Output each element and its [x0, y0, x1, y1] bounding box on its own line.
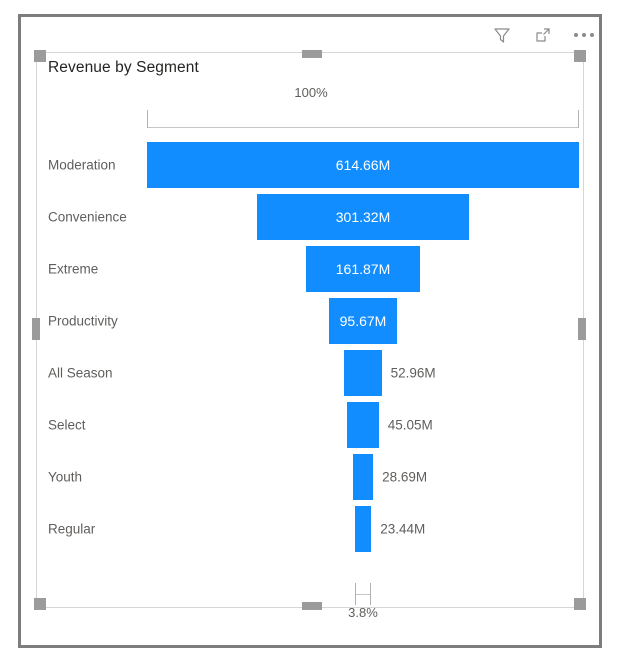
- category-label: Convenience: [48, 209, 127, 225]
- funnel-row[interactable]: Extreme 161.87M: [37, 243, 585, 295]
- category-label: Youth: [48, 469, 83, 485]
- funnel-plot-area: 100% Moderation 614.66M Convenience 301.32M…: [37, 85, 585, 620]
- resize-handle-left-middle[interactable]: [32, 318, 40, 340]
- category-label: Regular: [48, 521, 96, 537]
- top-percentage-bracket: [147, 110, 579, 128]
- funnel-rows: Moderation 614.66M Convenience 301.32M Extre…: [37, 139, 585, 555]
- bar-value-label: 301.32M: [335, 209, 391, 225]
- resize-handle-right-middle[interactable]: [578, 318, 586, 340]
- bar-value-label: 95.67M: [339, 313, 387, 329]
- bottom-percentage-group: 3.8%: [147, 583, 579, 620]
- bracket-cap-left: [354, 583, 356, 605]
- bracket-cap-right: [370, 583, 372, 605]
- filter-funnel-icon[interactable]: [490, 23, 514, 47]
- funnel-row[interactable]: Regular 23.44M: [37, 503, 585, 555]
- bar-track: 161.87M: [147, 246, 579, 292]
- resize-handle-top-left[interactable]: [34, 50, 46, 62]
- bar-value-label: 52.96M: [390, 365, 436, 381]
- focus-mode-icon[interactable]: [531, 23, 555, 47]
- funnel-bar[interactable]: 161.87M: [306, 246, 420, 292]
- category-label: Moderation: [48, 157, 116, 173]
- bar-track: 301.32M: [147, 194, 579, 240]
- bar-value-label: 161.87M: [335, 261, 391, 277]
- bar-track: 45.05M: [147, 402, 579, 448]
- funnel-row[interactable]: Productivity 95.67M: [37, 295, 585, 347]
- category-label: Select: [48, 417, 86, 433]
- bracket-line: [354, 594, 372, 595]
- bar-track: 28.69M: [147, 454, 579, 500]
- bar-track: 95.67M: [147, 298, 579, 344]
- category-label: Extreme: [48, 261, 99, 277]
- funnel-row[interactable]: Youth 28.69M: [37, 451, 585, 503]
- funnel-row[interactable]: All Season 52.96M: [37, 347, 585, 399]
- funnel-row[interactable]: Moderation 614.66M: [37, 139, 585, 191]
- bar-value-label: 28.69M: [382, 469, 428, 485]
- bar-value-label: 614.66M: [335, 157, 391, 173]
- funnel-bar[interactable]: 301.32M: [257, 194, 469, 240]
- bracket-cap-left: [147, 110, 148, 128]
- visual-header-toolbar: [490, 22, 596, 48]
- funnel-chart-visual[interactable]: Revenue by Segment 100% Moderation 614.66…: [36, 52, 585, 620]
- funnel-bar[interactable]: [354, 506, 372, 552]
- resize-handle-top-right[interactable]: [574, 50, 586, 62]
- funnel-row[interactable]: Select 45.05M: [37, 399, 585, 451]
- resize-handle-top-center[interactable]: [302, 50, 322, 58]
- bar-track: 614.66M: [147, 142, 579, 188]
- bar-track: 23.44M: [147, 506, 579, 552]
- funnel-bar[interactable]: [344, 350, 382, 396]
- bracket-cap-right: [578, 110, 579, 128]
- funnel-bar[interactable]: [347, 402, 379, 448]
- category-label: Productivity: [48, 313, 118, 329]
- funnel-row[interactable]: Convenience 301.32M: [37, 191, 585, 243]
- bar-value-label: 45.05M: [387, 417, 433, 433]
- category-label: All Season: [48, 365, 113, 381]
- bar-track: 52.96M: [147, 350, 579, 396]
- bracket-line: [147, 127, 579, 128]
- funnel-bar[interactable]: [352, 454, 374, 500]
- bottom-percentage-bracket: [354, 583, 372, 605]
- visual-title: Revenue by Segment: [48, 59, 199, 76]
- report-page: Revenue by Segment 100% Moderation 614.66…: [0, 0, 622, 659]
- resize-handle-bottom-left[interactable]: [34, 598, 46, 610]
- more-options-icon[interactable]: [572, 23, 596, 47]
- resize-handle-bottom-right[interactable]: [574, 598, 586, 610]
- top-percentage-label: 100%: [294, 85, 328, 100]
- funnel-bar[interactable]: 95.67M: [329, 298, 397, 344]
- resize-handle-bottom-center[interactable]: [302, 602, 322, 610]
- funnel-bar[interactable]: 614.66M: [147, 142, 579, 188]
- bar-value-label: 23.44M: [380, 521, 426, 537]
- bottom-percentage-label: 3.8%: [348, 605, 378, 620]
